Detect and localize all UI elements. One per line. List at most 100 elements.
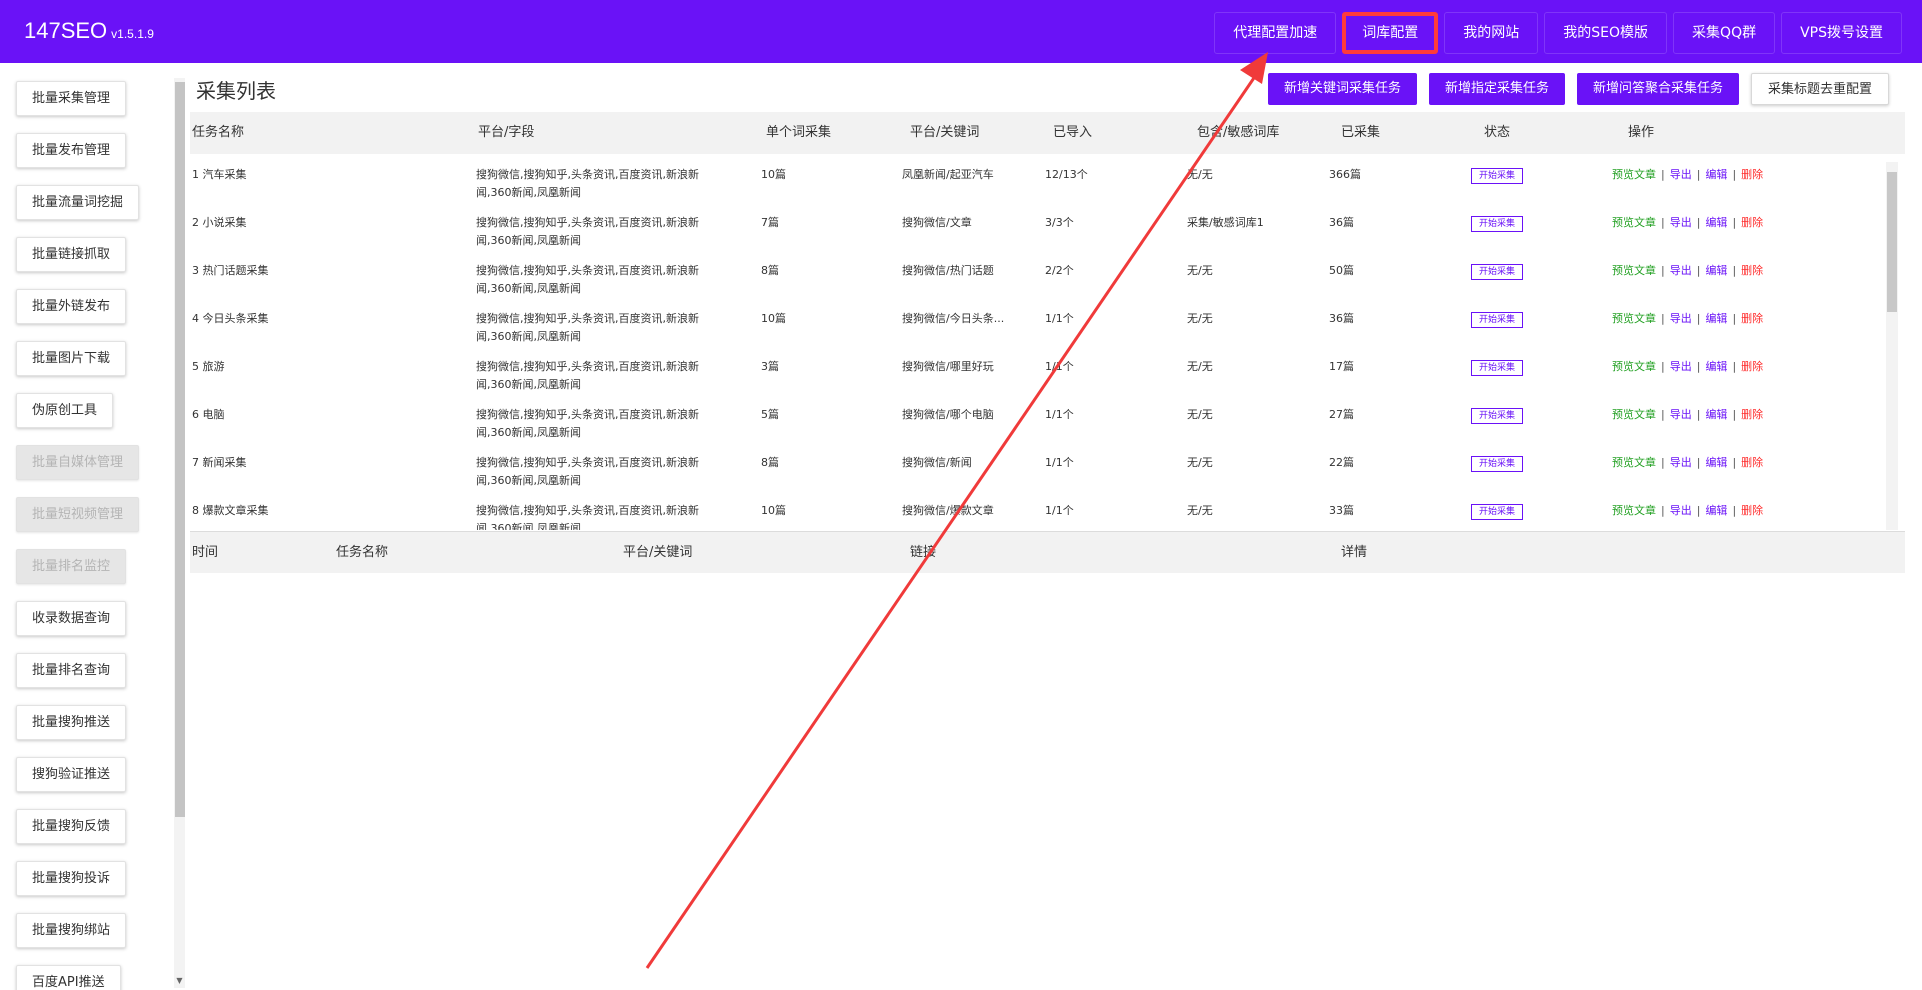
- cell-collected: 36篇: [1329, 216, 1354, 229]
- export-link[interactable]: 导出: [1670, 216, 1692, 229]
- task-table-header: 任务名称 平台/字段 单个词采集 平台/关键词 已导入 包含/敏感词库 已采集 …: [190, 112, 1905, 154]
- scroll-down-arrow-icon[interactable]: ▼: [174, 976, 185, 988]
- preview-article-link[interactable]: 预览文章: [1612, 360, 1656, 373]
- add-keyword-task-button[interactable]: 新增关键词采集任务: [1267, 73, 1417, 105]
- cell-task-name: 7 新闻采集: [192, 456, 247, 469]
- sidebar-item-sogou-complaint[interactable]: 批量搜狗投诉: [16, 861, 127, 896]
- edit-link[interactable]: 编辑: [1705, 504, 1727, 517]
- start-collect-button[interactable]: 开始采集: [1471, 312, 1523, 328]
- col-collected: 已采集: [1341, 125, 1381, 140]
- add-qa-task-button[interactable]: 新增问答聚合采集任务: [1576, 73, 1739, 105]
- preview-article-link[interactable]: 预览文章: [1612, 168, 1656, 181]
- delete-link[interactable]: 删除: [1741, 456, 1763, 469]
- add-specified-task-button[interactable]: 新增指定采集任务: [1428, 73, 1565, 105]
- delete-link[interactable]: 删除: [1741, 168, 1763, 181]
- nav-proxy-config-button[interactable]: 代理配置加速: [1214, 12, 1337, 54]
- start-collect-button[interactable]: 开始采集: [1471, 264, 1523, 280]
- preview-article-link[interactable]: 预览文章: [1612, 312, 1656, 325]
- export-link[interactable]: 导出: [1670, 312, 1692, 325]
- col-per-word: 单个词采集: [766, 125, 832, 140]
- ops-separator: |: [1661, 504, 1665, 517]
- export-link[interactable]: 导出: [1670, 168, 1692, 181]
- cell-task-name: 3 热门话题采集: [192, 264, 269, 277]
- delete-link[interactable]: 删除: [1741, 408, 1763, 421]
- nav-lexicon-config-button[interactable]: 词库配置: [1342, 12, 1439, 54]
- sidebar-item-batch-collect[interactable]: 批量采集管理: [16, 81, 127, 116]
- start-collect-button[interactable]: 开始采集: [1471, 504, 1523, 520]
- page-title: 采集列表: [196, 79, 276, 103]
- cell-platform-fields: 搜狗微信,搜狗知乎,头条资讯,百度资讯,新浪新闻,360新闻,凤凰新闻: [476, 216, 699, 247]
- export-link[interactable]: 导出: [1670, 504, 1692, 517]
- preview-article-link[interactable]: 预览文章: [1612, 216, 1656, 229]
- ops-separator: |: [1732, 408, 1737, 421]
- ops-separator: |: [1732, 216, 1737, 229]
- table-scrollbar[interactable]: [1886, 162, 1898, 530]
- preview-article-link[interactable]: 预览文章: [1612, 504, 1656, 517]
- sidebar-item-batch-publish[interactable]: 批量发布管理: [16, 133, 127, 168]
- row-operations: 预览文章 | 导出 | 编辑 | 删除: [1612, 262, 1763, 280]
- start-collect-button[interactable]: 开始采集: [1471, 216, 1523, 232]
- preview-article-link[interactable]: 预览文章: [1612, 264, 1656, 277]
- sidebar-item-backlink-publish[interactable]: 批量外链发布: [16, 289, 127, 324]
- cell-collected: 17篇: [1329, 360, 1354, 373]
- cell-collected: 22篇: [1329, 456, 1354, 469]
- cell-task-name: 5 旅游: [192, 360, 225, 373]
- cell-platform-keyword: 凤凰新闻/起亚汽车: [902, 168, 994, 181]
- sidebar-item-sogou-verify[interactable]: 搜狗验证推送: [16, 757, 127, 792]
- start-collect-button[interactable]: 开始采集: [1471, 360, 1523, 376]
- sidebar-item-traffic-words[interactable]: 批量流量词挖掘: [16, 185, 140, 220]
- sidebar-item-link-crawl[interactable]: 批量链接抓取: [16, 237, 127, 272]
- edit-link[interactable]: 编辑: [1705, 456, 1727, 469]
- log-col-task-name: 任务名称: [336, 545, 389, 560]
- cell-platform-keyword: 搜狗微信/哪里好玩: [902, 360, 994, 373]
- delete-link[interactable]: 删除: [1741, 360, 1763, 373]
- edit-link[interactable]: 编辑: [1705, 216, 1727, 229]
- sidebar-item-sogou-bind[interactable]: 批量搜狗绑站: [16, 913, 127, 948]
- edit-link[interactable]: 编辑: [1705, 408, 1727, 421]
- sidebar-item-image-download[interactable]: 批量图片下载: [16, 341, 127, 376]
- log-table-header: 时间 任务名称 平台/关键词 链接 详情: [190, 531, 1905, 573]
- preview-article-link[interactable]: 预览文章: [1612, 408, 1656, 421]
- edit-link[interactable]: 编辑: [1705, 312, 1727, 325]
- table-scroll-thumb[interactable]: [1887, 172, 1897, 312]
- ops-separator: |: [1696, 456, 1701, 469]
- delete-link[interactable]: 删除: [1741, 504, 1763, 517]
- export-link[interactable]: 导出: [1670, 408, 1692, 421]
- cell-lexicon: 无/无: [1187, 360, 1213, 373]
- delete-link[interactable]: 删除: [1741, 312, 1763, 325]
- sidebar-item-index-query[interactable]: 收录数据查询: [16, 601, 127, 636]
- sidebar-item-sogou-feedback[interactable]: 批量搜狗反馈: [16, 809, 127, 844]
- row-operations: 预览文章 | 导出 | 编辑 | 删除: [1612, 406, 1763, 424]
- export-link[interactable]: 导出: [1670, 456, 1692, 469]
- start-collect-button[interactable]: 开始采集: [1471, 168, 1523, 184]
- sidebar-item-rewrite-tool[interactable]: 伪原创工具: [16, 393, 114, 428]
- nav-seo-templates-button[interactable]: 我的SEO模版: [1544, 12, 1668, 54]
- preview-article-link[interactable]: 预览文章: [1612, 456, 1656, 469]
- table-row: 8 爆款文章采集 搜狗微信,搜狗知乎,头条资讯,百度资讯,新浪新闻,360新闻,凤…: [190, 490, 1890, 530]
- sidebar-scrollbar[interactable]: ▼: [174, 78, 185, 988]
- sidebar-item-sogou-push[interactable]: 批量搜狗推送: [16, 705, 127, 740]
- sidebar-item-rank-query[interactable]: 批量排名查询: [16, 653, 127, 688]
- edit-link[interactable]: 编辑: [1705, 168, 1727, 181]
- title-dedupe-config-button[interactable]: 采集标题去重配置: [1750, 73, 1889, 105]
- delete-link[interactable]: 删除: [1741, 216, 1763, 229]
- sidebar-scroll-thumb[interactable]: [175, 82, 185, 817]
- row-operations: 预览文章 | 导出 | 编辑 | 删除: [1612, 214, 1763, 232]
- row-operations: 预览文章 | 导出 | 编辑 | 删除: [1612, 358, 1763, 376]
- sidebar-item-baidu-api[interactable]: 百度API推送: [16, 965, 121, 990]
- table-row: 2 小说采集 搜狗微信,搜狗知乎,头条资讯,百度资讯,新浪新闻,360新闻,凤凰新…: [190, 202, 1890, 250]
- nav-vps-dial-button[interactable]: VPS拨号设置: [1781, 12, 1902, 54]
- export-link[interactable]: 导出: [1670, 360, 1692, 373]
- edit-link[interactable]: 编辑: [1705, 360, 1727, 373]
- cell-imported: 1/1个: [1045, 360, 1074, 373]
- start-collect-button[interactable]: 开始采集: [1471, 408, 1523, 424]
- nav-my-sites-button[interactable]: 我的网站: [1444, 12, 1539, 54]
- edit-link[interactable]: 编辑: [1705, 264, 1727, 277]
- export-link[interactable]: 导出: [1670, 264, 1692, 277]
- ops-separator: |: [1661, 408, 1665, 421]
- delete-link[interactable]: 删除: [1741, 264, 1763, 277]
- col-platform-fields: 平台/字段: [478, 125, 535, 140]
- nav-qq-group-button[interactable]: 采集QQ群: [1673, 12, 1776, 54]
- start-collect-button[interactable]: 开始采集: [1471, 456, 1523, 472]
- cell-per-word: 10篇: [761, 168, 786, 181]
